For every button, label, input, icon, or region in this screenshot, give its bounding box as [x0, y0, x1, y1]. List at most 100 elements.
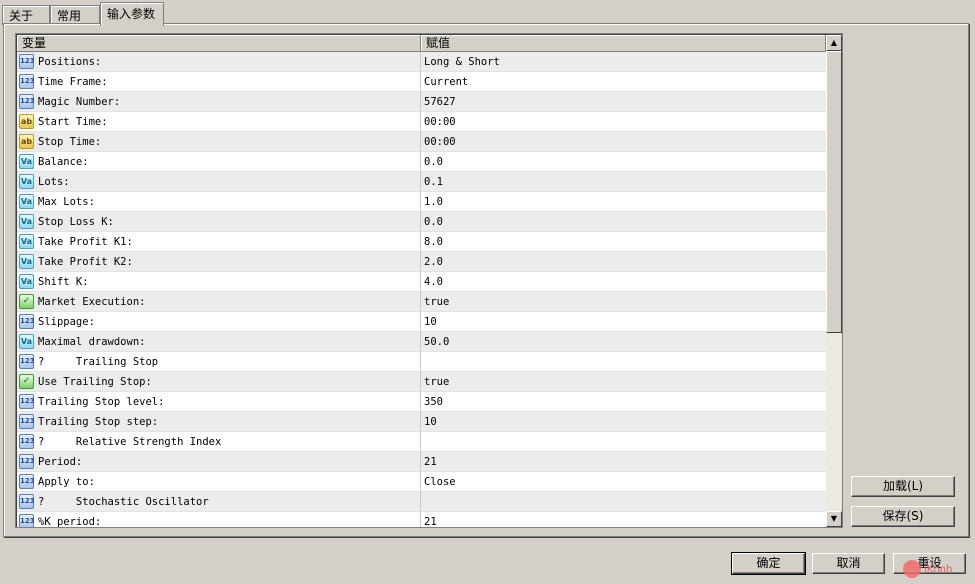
parameter-name: Magic Number: — [38, 95, 121, 108]
scroll-up-arrow-icon[interactable]: ▲ — [826, 35, 842, 51]
table-row[interactable]: Va Maximal drawdown: 50.0 — [17, 332, 826, 352]
parameter-name-cell: ab Start Time: — [17, 112, 421, 131]
parameter-value[interactable]: 0.0 — [421, 212, 826, 231]
table-row[interactable]: Va Take Profit K2: 2.0 — [17, 252, 826, 272]
parameter-name-cell: 123? Stochastic Oscillator — [17, 492, 421, 511]
table-row[interactable]: 123 Period: 21 — [17, 452, 826, 472]
watermark-logo: iKnnh — [903, 560, 952, 578]
parameter-grid: 变量 赋值 123 Positions: Long & Short 123 Time F… — [15, 33, 843, 528]
parameter-name: ? Trailing Stop — [38, 355, 159, 368]
parameter-value[interactable]: 21 — [421, 452, 826, 471]
parameter-name: Trailing Stop step: — [38, 415, 159, 428]
parameter-value[interactable] — [421, 492, 826, 511]
parameter-value[interactable]: Long & Short — [421, 52, 826, 71]
parameter-name: Max Lots: — [38, 195, 95, 208]
table-row[interactable]: Va Stop Loss K: 0.0 — [17, 212, 826, 232]
parameter-name-cell: Va Max Lots: — [17, 192, 421, 211]
table-row[interactable]: 123 Time Frame: Current — [17, 72, 826, 92]
integer-type-icon: 123 — [19, 494, 35, 509]
parameter-name-cell: 123 Slippage: — [17, 312, 421, 331]
parameter-name-cell: ✓ Market Execution: — [17, 292, 421, 311]
parameter-name: Apply to: — [38, 475, 95, 488]
table-row[interactable]: ab Stop Time: 00:00 — [17, 132, 826, 152]
parameter-value[interactable]: 4.0 — [421, 272, 826, 291]
parameter-name: Balance: — [38, 155, 89, 168]
header-variable[interactable]: 变量 — [17, 35, 421, 52]
table-row[interactable]: ✓ Market Execution: true — [17, 292, 826, 312]
table-row[interactable]: 123 Slippage: 10 — [17, 312, 826, 332]
parameter-value[interactable]: 21 — [421, 512, 826, 528]
parameter-value[interactable]: 8.0 — [421, 232, 826, 251]
parameter-value[interactable]: 0.0 — [421, 152, 826, 171]
parameter-value[interactable]: true — [421, 292, 826, 311]
integer-type-icon: 123 — [19, 314, 35, 329]
parameter-name-cell: Va Shift K: — [17, 272, 421, 291]
parameter-name: Positions: — [38, 55, 102, 68]
parameter-name: Stop Loss K: — [38, 215, 114, 228]
tab-inputs[interactable]: 输入参数 — [100, 2, 164, 26]
parameter-name: ? Stochastic Oscillator — [38, 495, 209, 508]
parameter-name-cell: Va Take Profit K2: — [17, 252, 421, 271]
parameter-name: Start Time: — [38, 115, 108, 128]
table-row[interactable]: 123 Positions: Long & Short — [17, 52, 826, 72]
parameter-value[interactable] — [421, 432, 826, 451]
parameter-value[interactable]: 10 — [421, 312, 826, 331]
table-row[interactable]: 123 Magic Number: 57627 — [17, 92, 826, 112]
save-button[interactable]: 保存(S) — [851, 506, 955, 527]
parameter-name-cell: 123 Time Frame: — [17, 72, 421, 91]
parameter-name: %K period: — [38, 515, 102, 528]
parameter-name: Stop Time: — [38, 135, 102, 148]
string-type-icon: ab — [19, 114, 34, 129]
table-row[interactable]: 123? Relative Strength Index — [17, 432, 826, 452]
parameter-name-cell: Va Take Profit K1: — [17, 232, 421, 251]
ok-button[interactable]: 确定 — [731, 552, 806, 575]
parameter-name: Trailing Stop level: — [38, 395, 165, 408]
string-type-icon: ab — [19, 134, 34, 149]
boolean-type-icon: ✓ — [19, 374, 34, 389]
table-row[interactable]: 123? Stochastic Oscillator — [17, 492, 826, 512]
parameter-value[interactable]: 10 — [421, 412, 826, 431]
table-row[interactable]: 123 %K period: 21 — [17, 512, 826, 528]
parameter-value[interactable]: 00:00 — [421, 132, 826, 151]
parameter-value[interactable]: 1.0 — [421, 192, 826, 211]
table-row[interactable]: Va Balance: 0.0 — [17, 152, 826, 172]
double-type-icon: Va — [19, 154, 34, 169]
parameter-name-cell: ab Stop Time: — [17, 132, 421, 151]
tab-common[interactable]: 常用 — [50, 5, 100, 25]
table-row[interactable]: ✓ Use Trailing Stop: true — [17, 372, 826, 392]
scroll-down-arrow-icon[interactable]: ▼ — [826, 511, 842, 527]
table-row[interactable]: 123? Trailing Stop — [17, 352, 826, 372]
table-row[interactable]: ab Start Time: 00:00 — [17, 112, 826, 132]
table-row[interactable]: 123 Trailing Stop step: 10 — [17, 412, 826, 432]
parameter-value[interactable]: Close — [421, 472, 826, 491]
parameter-name-cell: 123? Trailing Stop — [17, 352, 421, 371]
parameter-value[interactable]: 2.0 — [421, 252, 826, 271]
table-row[interactable]: Va Lots: 0.1 — [17, 172, 826, 192]
grid-header: 变量 赋值 — [17, 35, 826, 52]
parameter-name: Time Frame: — [38, 75, 108, 88]
parameter-value[interactable] — [421, 352, 826, 371]
parameter-value[interactable]: 350 — [421, 392, 826, 411]
table-row[interactable]: Va Shift K: 4.0 — [17, 272, 826, 292]
parameter-value[interactable]: 50.0 — [421, 332, 826, 351]
table-row[interactable]: Va Take Profit K1: 8.0 — [17, 232, 826, 252]
parameter-name-cell: 123? Relative Strength Index — [17, 432, 421, 451]
cancel-button[interactable]: 取消 — [812, 553, 885, 574]
double-type-icon: Va — [19, 194, 34, 209]
table-row[interactable]: 123 Apply to: Close — [17, 472, 826, 492]
double-type-icon: Va — [19, 334, 34, 349]
vertical-scrollbar[interactable]: ▲ ▼ — [826, 35, 842, 527]
parameter-name-cell: Va Stop Loss K: — [17, 212, 421, 231]
header-value[interactable]: 赋值 — [421, 35, 826, 52]
table-row[interactable]: Va Max Lots: 1.0 — [17, 192, 826, 212]
double-type-icon: Va — [19, 234, 34, 249]
parameter-value[interactable]: true — [421, 372, 826, 391]
tab-about[interactable]: 关于 — [2, 5, 50, 25]
table-row[interactable]: 123 Trailing Stop level: 350 — [17, 392, 826, 412]
parameter-value[interactable]: 0.1 — [421, 172, 826, 191]
load-button[interactable]: 加载(L) — [851, 476, 955, 497]
parameter-value[interactable]: Current — [421, 72, 826, 91]
parameter-value[interactable]: 00:00 — [421, 112, 826, 131]
parameter-value[interactable]: 57627 — [421, 92, 826, 111]
scrollbar-thumb[interactable] — [826, 51, 842, 333]
